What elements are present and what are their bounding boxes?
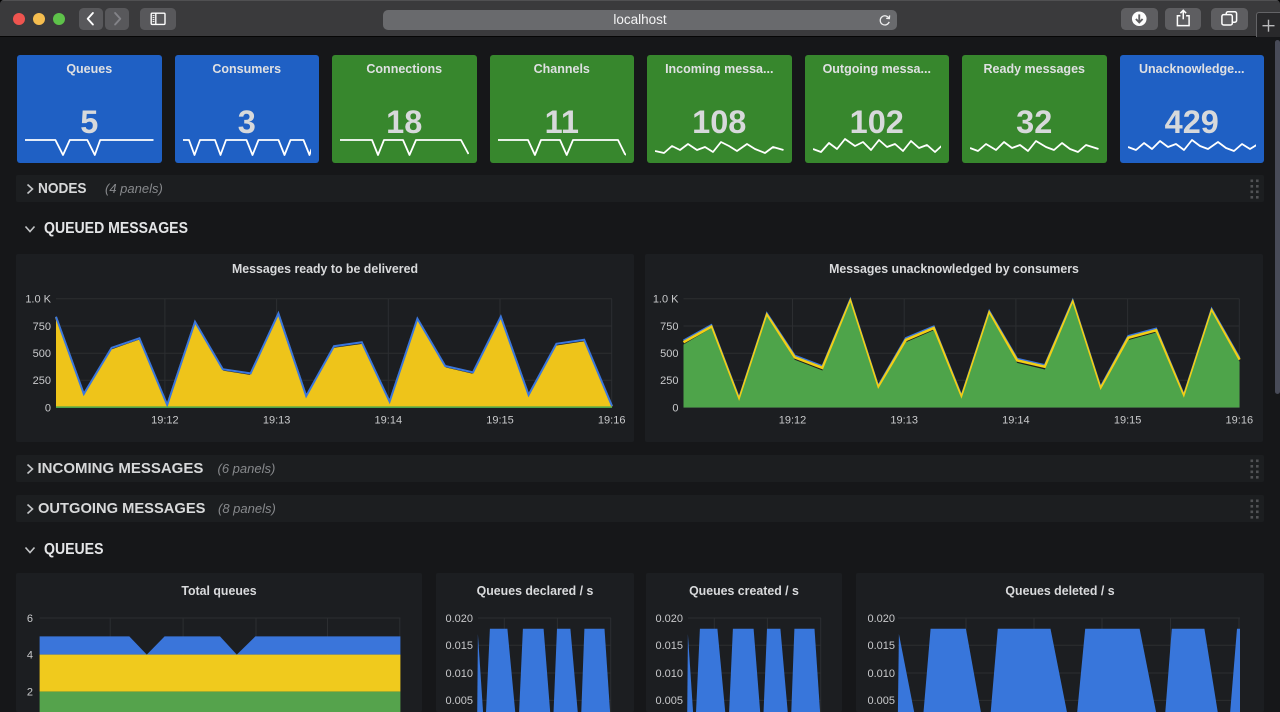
svg-text:250: 250	[660, 375, 678, 387]
svg-text:0.015: 0.015	[655, 640, 683, 652]
svg-text:19:12: 19:12	[779, 415, 807, 427]
svg-text:19:12: 19:12	[151, 415, 179, 427]
svg-text:0.010: 0.010	[445, 668, 473, 680]
svg-text:500: 500	[33, 348, 51, 360]
svg-text:750: 750	[33, 321, 51, 333]
svg-text:6: 6	[27, 613, 33, 625]
svg-text:1.0 K: 1.0 K	[653, 294, 679, 306]
svg-text:0.010: 0.010	[655, 668, 683, 680]
svg-text:0: 0	[45, 402, 51, 414]
svg-text:19:13: 19:13	[890, 415, 918, 427]
svg-text:19:14: 19:14	[1002, 415, 1030, 427]
svg-text:19:13: 19:13	[263, 415, 291, 427]
svg-text:1.0 K: 1.0 K	[25, 294, 51, 306]
svg-text:0.015: 0.015	[445, 640, 473, 652]
svg-text:0.005: 0.005	[655, 695, 683, 707]
svg-text:0: 0	[672, 402, 678, 414]
svg-text:250: 250	[33, 375, 51, 387]
svg-text:19:15: 19:15	[1114, 415, 1142, 427]
svg-text:750: 750	[660, 321, 678, 333]
svg-text:19:16: 19:16	[598, 415, 626, 427]
svg-text:19:16: 19:16	[1226, 415, 1254, 427]
svg-text:0.020: 0.020	[655, 613, 683, 625]
svg-text:4: 4	[27, 649, 33, 661]
svg-text:0.015: 0.015	[867, 640, 895, 652]
svg-text:0.020: 0.020	[867, 613, 895, 625]
svg-text:0.020: 0.020	[445, 613, 473, 625]
svg-text:0.010: 0.010	[867, 668, 895, 680]
svg-text:2: 2	[27, 686, 33, 698]
svg-text:0.005: 0.005	[445, 695, 473, 707]
svg-text:0.005: 0.005	[867, 695, 895, 707]
svg-text:19:15: 19:15	[486, 415, 514, 427]
svg-text:19:14: 19:14	[375, 415, 403, 427]
svg-text:500: 500	[660, 348, 678, 360]
